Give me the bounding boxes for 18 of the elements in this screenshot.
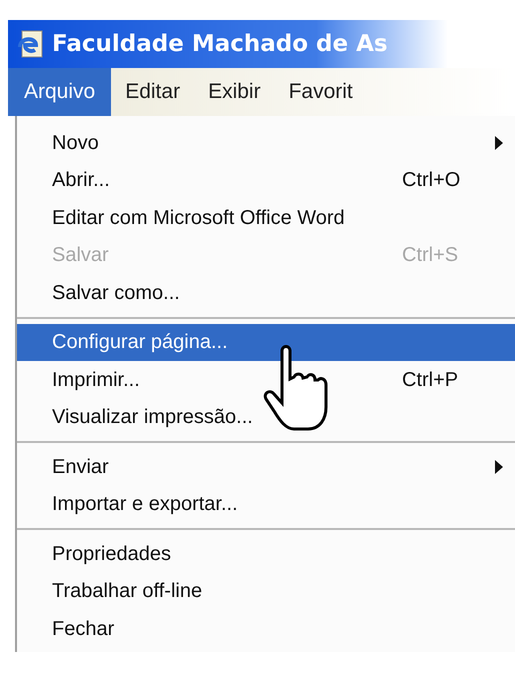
menu-item[interactable]: Trabalhar off-line	[17, 572, 515, 610]
menu-bar-item[interactable]: Favorit	[274, 68, 367, 116]
menu-bar-item[interactable]: Editar	[111, 68, 194, 116]
menu-item[interactable]: Enviar	[17, 448, 515, 486]
menu-item[interactable]: Fechar	[17, 610, 515, 648]
menu-item[interactable]: Novo	[17, 124, 515, 162]
menu-item[interactable]: Imprimir... Ctrl+P	[17, 361, 515, 398]
browser-page-icon	[16, 29, 44, 59]
window-title: Faculdade Machado de As	[52, 30, 388, 59]
menu-item[interactable]: Importar e exportar...	[17, 486, 515, 523]
menu-bar-item[interactable]: Arquivo	[8, 68, 112, 116]
menu-item[interactable]: Editar com Microsoft Office Word	[17, 199, 515, 236]
menu-item[interactable]: Salvar como...	[17, 274, 515, 312]
menu-item[interactable]: Abrir... Ctrl+O	[17, 162, 515, 199]
menu-item[interactable]: Visualizar impressão...	[17, 398, 515, 436]
menu-item[interactable]: Propriedades	[17, 535, 515, 572]
menu-item[interactable]: Configurar página...	[17, 324, 515, 361]
menu-bar-item[interactable]: Exibir	[194, 68, 275, 116]
